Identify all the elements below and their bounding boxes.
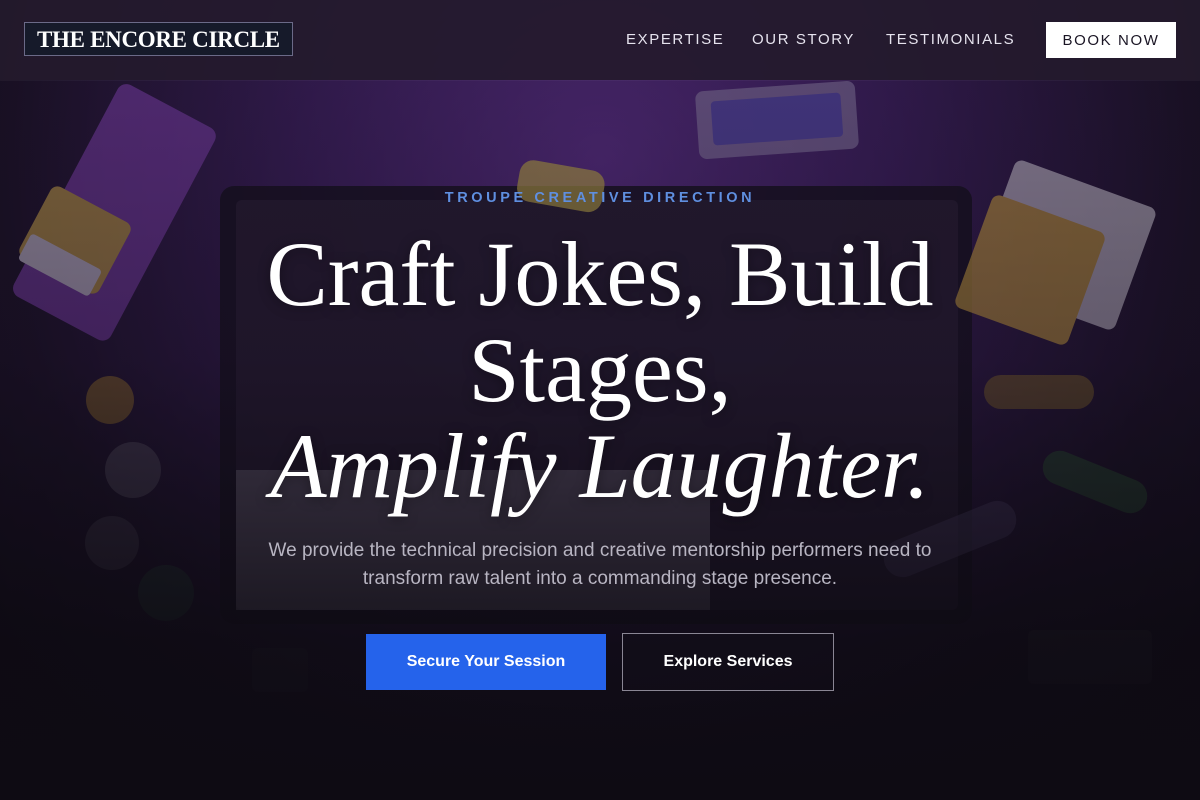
- hero-headline: Craft Jokes, Build Stages, Amplify Laugh…: [0, 226, 1200, 514]
- brand-logo[interactable]: THE ENCORE CIRCLE: [24, 22, 293, 56]
- headline-line-1: Craft Jokes, Build: [266, 223, 934, 325]
- book-now-button[interactable]: BOOK NOW: [1046, 22, 1176, 58]
- nav-link-expertise[interactable]: EXPERTISE: [626, 31, 724, 48]
- headline-line-2: Stages,: [468, 319, 732, 421]
- top-navbar: THE ENCORE CIRCLE EXPERTISE OUR STORY TE…: [0, 0, 1200, 80]
- explore-services-button[interactable]: Explore Services: [622, 633, 834, 691]
- nav-link-testimonials[interactable]: TESTIMONIALS: [886, 31, 1015, 48]
- nav-link-our-story[interactable]: OUR STORY: [752, 31, 855, 48]
- hero-section: TROUPE CREATIVE DIRECTION Craft Jokes, B…: [0, 0, 1200, 800]
- secure-session-button[interactable]: Secure Your Session: [366, 634, 606, 690]
- hero-eyebrow: TROUPE CREATIVE DIRECTION: [444, 190, 756, 206]
- headline-line-3: Amplify Laughter.: [270, 415, 930, 517]
- hero-subtitle: We provide the technical precision and c…: [268, 540, 932, 589]
